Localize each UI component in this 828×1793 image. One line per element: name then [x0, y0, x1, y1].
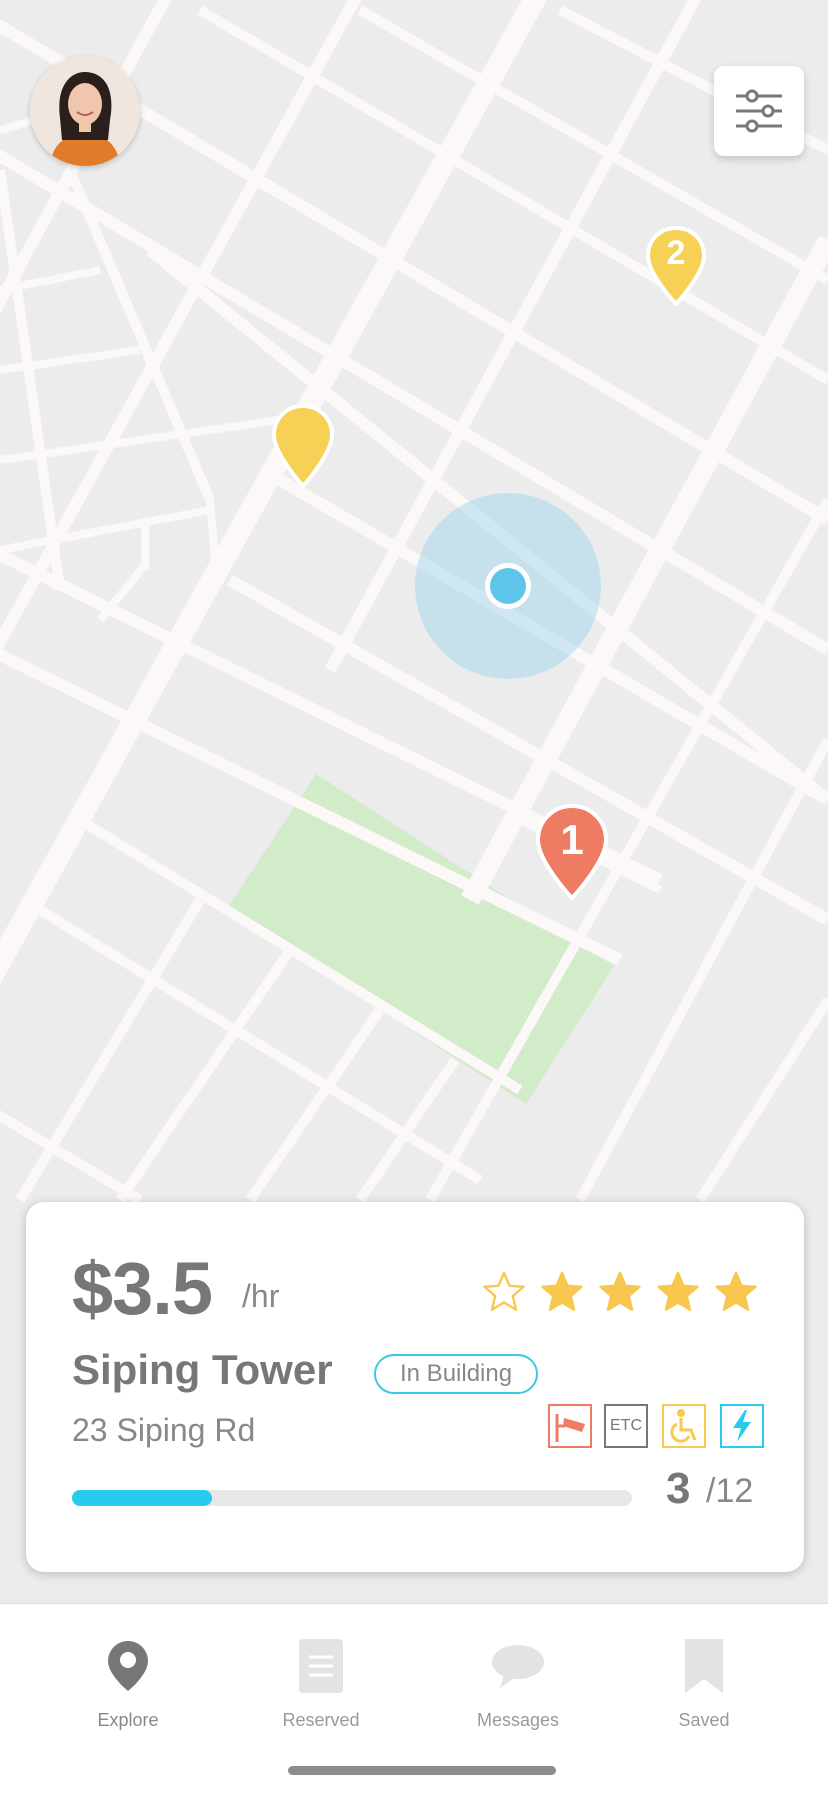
star-icon[interactable]	[598, 1270, 642, 1314]
tab-label: Messages	[476, 1710, 560, 1730]
document-icon	[299, 1639, 343, 1693]
rating-stars	[482, 1270, 758, 1314]
location-name: Siping Tower	[72, 1346, 333, 1393]
star-icon[interactable]	[482, 1270, 526, 1314]
bookmark-icon	[685, 1639, 723, 1693]
map-pin-icon	[108, 1641, 148, 1691]
star-icon[interactable]	[714, 1270, 758, 1314]
status-badge: In Building	[374, 1354, 539, 1394]
user-avatar	[30, 56, 140, 166]
parking-marker-2[interactable]: 2	[646, 226, 706, 306]
spots-total: /12	[706, 1472, 754, 1510]
tab-explore[interactable]: Explore	[48, 1634, 208, 1731]
tab-label: Explore	[97, 1710, 159, 1730]
tab-saved[interactable]: Saved	[624, 1634, 784, 1731]
map-pin-icon	[272, 404, 334, 488]
tab-label: Reserved	[282, 1710, 360, 1730]
parking-marker[interactable]	[272, 404, 334, 488]
price: $3.5	[72, 1247, 213, 1330]
parking-detail-card[interactable]: $3.5 /hr Siping Tower In Building 23 Sip…	[26, 1202, 804, 1572]
marker-label: 1	[560, 816, 584, 863]
location-address: 23 Siping Rd	[72, 1412, 256, 1448]
security-camera-icon	[548, 1404, 592, 1448]
filter-button[interactable]	[714, 66, 804, 156]
wheelchair-icon	[662, 1404, 706, 1448]
tab-messages[interactable]: Messages	[438, 1634, 598, 1731]
star-icon[interactable]	[656, 1270, 700, 1314]
spots-available: 3	[666, 1464, 691, 1513]
user-location-dot	[490, 568, 526, 604]
tab-label: Saved	[678, 1710, 730, 1730]
tab-bar: Explore Reserved Messages Saved	[0, 1603, 828, 1793]
home-indicator	[288, 1766, 556, 1775]
availability-bar	[72, 1490, 632, 1506]
star-icon[interactable]	[540, 1270, 584, 1314]
price-unit: /hr	[242, 1278, 280, 1314]
chat-bubble-icon	[492, 1645, 544, 1688]
marker-label: 2	[666, 234, 686, 272]
etc-icon: ETC	[604, 1404, 648, 1448]
ev-charging-icon	[720, 1404, 764, 1448]
tab-reserved[interactable]: Reserved	[241, 1634, 401, 1731]
parking-marker-1-selected[interactable]: 1	[536, 804, 608, 900]
availability-fill	[72, 1490, 212, 1506]
sliders-icon	[736, 89, 782, 133]
avatar[interactable]	[30, 56, 140, 166]
